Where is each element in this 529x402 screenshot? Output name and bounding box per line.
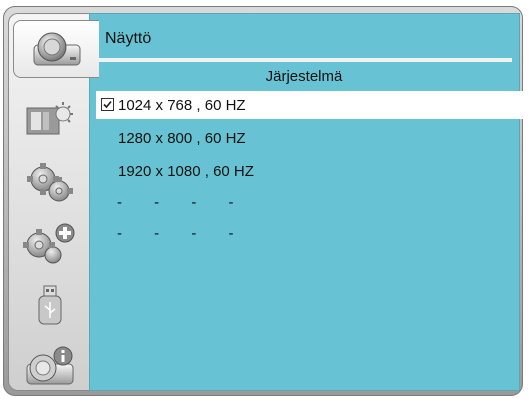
usb-icon: [30, 284, 70, 328]
empty-option-placeholder: - - - -: [117, 225, 248, 242]
projector-info-icon: [23, 344, 77, 388]
picture-brightness-icon: [23, 100, 77, 140]
advanced-settings-icon: [21, 221, 79, 265]
option-label: 1280 x 800 , 60 HZ: [118, 129, 246, 147]
settings-gear-icon: [23, 161, 77, 205]
section-subtitle: Järjestelmä: [265, 68, 343, 85]
empty-option-placeholder: - - - -: [117, 194, 248, 211]
sidebar-item-info[interactable]: [9, 336, 91, 396]
resolution-option-1920x1080[interactable]: 1920 x 1080 , 60 HZ: [96, 157, 523, 185]
resolution-option-1280x800[interactable]: 1280 x 800 , 60 HZ: [96, 124, 523, 152]
sidebar-item-advanced[interactable]: [9, 213, 91, 273]
sidebar-item-picture[interactable]: [9, 90, 91, 150]
sidebar: [8, 13, 99, 391]
sidebar-item-usb[interactable]: [9, 276, 91, 336]
sidebar-item-display[interactable]: [13, 20, 99, 78]
checkbox-checked-icon: [101, 98, 114, 111]
resolution-option-1024x768[interactable]: 1024 x 768 , 60 HZ: [96, 91, 523, 119]
sidebar-item-settings[interactable]: [9, 153, 91, 213]
option-label: 1024 x 768 , 60 HZ: [118, 96, 246, 114]
page-title: Näyttö: [105, 30, 152, 47]
title-divider: [96, 58, 512, 62]
option-label: 1920 x 1080 , 60 HZ: [118, 162, 254, 180]
projector-icon: [30, 29, 84, 69]
